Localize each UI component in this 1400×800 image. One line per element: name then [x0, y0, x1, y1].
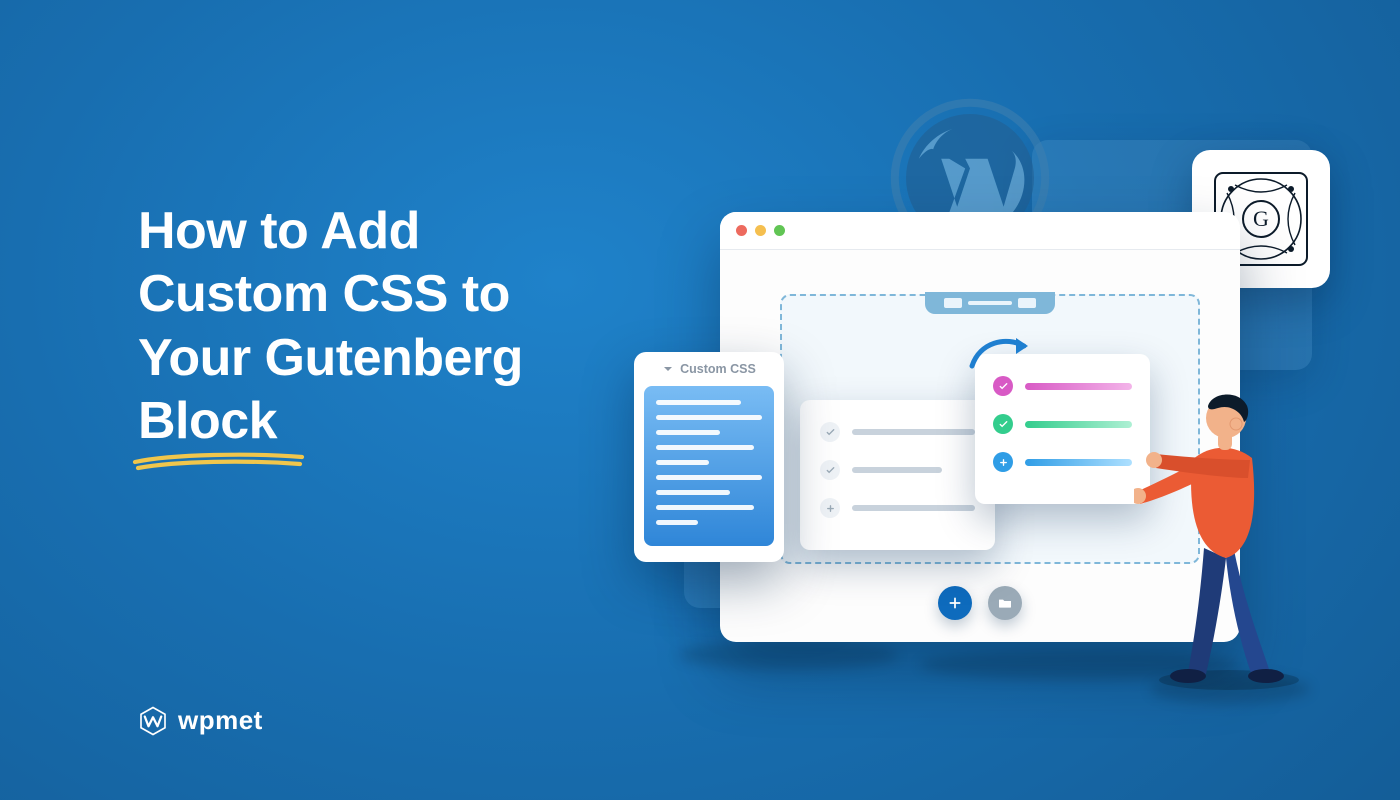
- check-icon: [820, 460, 840, 480]
- headline-line-4: Block: [138, 392, 277, 450]
- svg-text:G: G: [1253, 206, 1269, 231]
- plus-icon: [820, 498, 840, 518]
- headline-line-3: Your Gutenberg: [138, 329, 523, 387]
- plus-icon: [993, 452, 1013, 472]
- window-titlebar: [720, 212, 1240, 250]
- traffic-light-min-icon: [755, 225, 766, 236]
- folder-button-icon: [988, 586, 1022, 620]
- shadow: [678, 640, 898, 670]
- illustration: G: [620, 110, 1320, 670]
- headline: How to Add Custom CSS to Your Gutenberg …: [138, 200, 523, 454]
- styled-list-card: [975, 354, 1150, 504]
- person-illustration: [1134, 360, 1318, 690]
- check-icon: [820, 422, 840, 442]
- underline-scribble-icon: [132, 450, 307, 472]
- headline-line-1: How to Add: [138, 202, 420, 260]
- wpmet-mark-icon: [138, 706, 168, 736]
- brand-logo: wpmet: [138, 705, 263, 736]
- add-block-button-icon: [938, 586, 972, 620]
- chevron-down-icon: [662, 363, 674, 375]
- plain-list-card: [800, 400, 995, 550]
- custom-css-card: Custom CSS: [634, 352, 784, 562]
- traffic-light-close-icon: [736, 225, 747, 236]
- brand-name: wpmet: [178, 705, 263, 736]
- hero-banner: How to Add Custom CSS to Your Gutenberg …: [0, 0, 1400, 800]
- custom-css-title: Custom CSS: [680, 362, 756, 376]
- traffic-light-max-icon: [774, 225, 785, 236]
- headline-line-2: Custom CSS to: [138, 265, 510, 323]
- check-icon: [993, 376, 1013, 396]
- arrow-icon: [966, 332, 1036, 374]
- check-icon: [993, 414, 1013, 434]
- canvas-tab-handle: [925, 292, 1055, 314]
- code-preview: [644, 386, 774, 546]
